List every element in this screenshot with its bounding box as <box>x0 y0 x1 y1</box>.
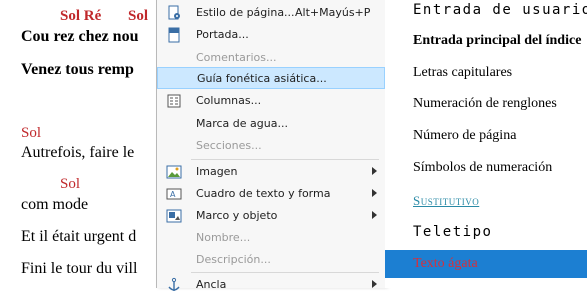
style-item[interactable]: Teletipo <box>413 224 492 240</box>
menu-item-text-box-and-shape[interactable]: A Cuadro de texto y forma <box>157 183 385 205</box>
menu-item-title-page[interactable]: Portada... <box>157 24 385 46</box>
menu-item-name[interactable]: Nombre... <box>157 227 385 249</box>
menu-item-frame-and-object[interactable]: Marco y objeto <box>157 205 385 227</box>
lyric-line: Autrefois, faire le <box>21 144 135 161</box>
document-area[interactable]: Sol Ré Sol Cou rez chez nou Venez tous r… <box>0 0 160 288</box>
menu-item-sections[interactable]: Secciones... <box>157 135 385 157</box>
svg-text:A: A <box>170 190 176 199</box>
chord-label: Sol Ré <box>60 8 102 24</box>
style-item[interactable]: Letras capitulares <box>413 65 512 81</box>
style-item[interactable]: Entrada principal del índice <box>413 33 581 49</box>
title-page-icon <box>166 27 182 43</box>
style-item[interactable]: Numeración de renglones <box>413 96 557 112</box>
submenu-arrow-icon <box>372 211 377 219</box>
text-box-icon: A <box>166 186 182 202</box>
style-item[interactable]: Número de página <box>413 128 516 144</box>
anchor-icon <box>166 277 182 293</box>
format-menu: Estilo de página... Alt+Mayús+P Portada.… <box>156 0 386 291</box>
menu-item-anchor[interactable]: Ancla <box>157 274 385 296</box>
style-item-selected: Texto ágata <box>413 256 478 271</box>
selected-style-row[interactable]: Texto ágata <box>385 250 587 278</box>
image-icon <box>166 164 182 180</box>
submenu-arrow-icon <box>372 280 377 288</box>
menu-item-watermark[interactable]: Marca de agua... <box>157 113 385 135</box>
menu-item-description[interactable]: Descripción... <box>157 249 385 271</box>
menu-separator <box>191 159 379 160</box>
menu-item-page-style[interactable]: Estilo de página... Alt+Mayús+P <box>157 2 385 24</box>
style-item[interactable]: Sustitutivo <box>413 193 479 209</box>
character-styles-list: Entrada de usuario Entrada principal del… <box>385 0 587 288</box>
columns-icon <box>166 93 182 109</box>
lyric-line: Cou rez chez nou <box>21 28 139 45</box>
chord-label: Sol <box>60 176 81 192</box>
lyric-line: Fini le tour du vill <box>21 260 138 277</box>
style-item[interactable]: Símbolos de numeración <box>413 160 552 176</box>
lyric-line: Venez tous remp <box>21 61 134 78</box>
chord-label: Sol <box>21 125 42 141</box>
menu-separator <box>191 272 379 273</box>
menu-item-comments[interactable]: Comentarios... <box>157 47 385 69</box>
style-item[interactable]: Entrada de usuario <box>413 2 587 18</box>
menu-item-image[interactable]: Imagen <box>157 161 385 183</box>
lyric-line: com mode <box>21 196 89 213</box>
lyric-line: Et il était urgent d <box>21 228 137 245</box>
page-style-icon <box>166 5 182 21</box>
chord-label: Sol <box>128 8 149 24</box>
submenu-arrow-icon <box>372 189 377 197</box>
menu-item-asian-phonetic-guide[interactable]: Guía fonética asiática... <box>157 67 385 89</box>
menu-item-columns[interactable]: Columnas... <box>157 90 385 112</box>
frame-object-icon <box>166 208 182 224</box>
submenu-arrow-icon <box>372 167 377 175</box>
